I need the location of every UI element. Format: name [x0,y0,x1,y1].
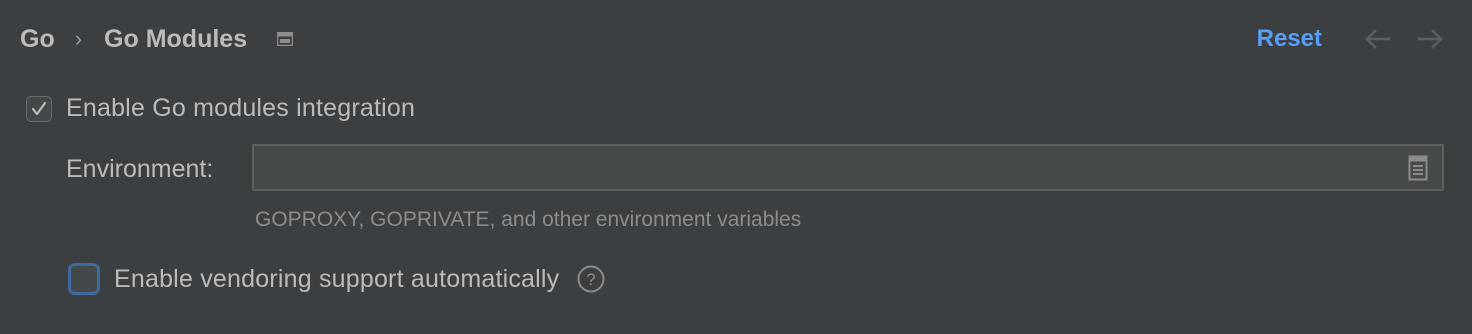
arrow-left-icon[interactable] [1364,28,1392,50]
vendoring-row[interactable]: Enable vendoring support automatically ? [68,263,605,295]
settings-panel: Go › Go Modules Reset Enable Go modules … [0,0,1472,334]
window-icon [276,31,294,47]
vendoring-checkbox[interactable] [68,263,100,295]
enable-modules-row[interactable]: Enable Go modules integration [26,94,415,123]
environment-hint: GOPROXY, GOPRIVATE, and other environmen… [255,208,802,231]
svg-text:?: ? [587,270,596,289]
enable-modules-checkbox[interactable] [26,95,52,122]
breadcrumb-parent[interactable]: Go [20,22,55,56]
document-icon[interactable] [1408,155,1428,181]
arrow-right-icon[interactable] [1416,28,1444,50]
checkmark-icon [31,101,47,115]
header-bar: Go › Go Modules Reset [20,22,1444,56]
breadcrumb-separator: › [74,26,83,51]
environment-field[interactable] [252,144,1444,191]
enable-modules-label: Enable Go modules integration [66,94,416,122]
vendoring-label: Enable vendoring support automatically [114,264,560,293]
reset-button[interactable]: Reset [1257,22,1322,56]
environment-input[interactable] [262,152,1392,186]
environment-label: Environment: [66,155,214,183]
help-icon[interactable]: ? [577,265,605,293]
page-title: Go Modules [104,25,248,53]
